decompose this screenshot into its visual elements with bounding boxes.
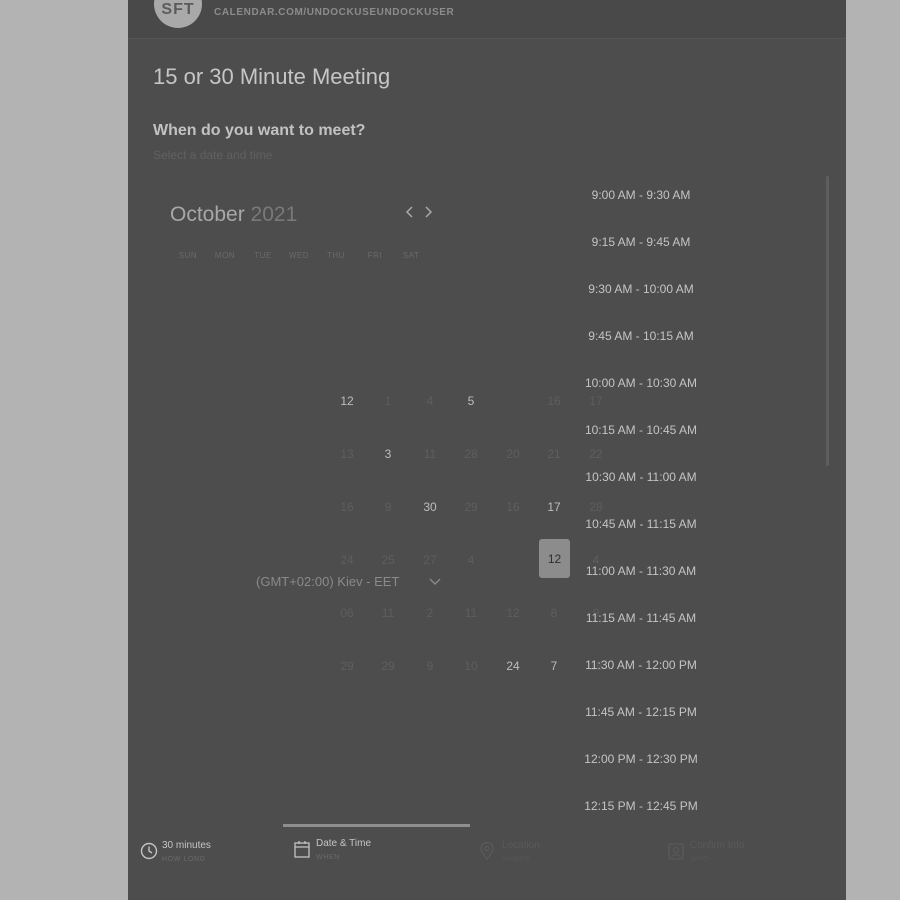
time-slot[interactable]: 9:30 AM - 10:00 AM	[580, 282, 702, 296]
day-cell: 11	[381, 606, 395, 620]
day-cell: 21	[547, 447, 561, 461]
day-cell: 06	[340, 606, 354, 620]
day-cell: 10	[464, 659, 478, 673]
time-slot[interactable]: 12:00 PM - 12:30 PM	[580, 752, 702, 766]
chevron-right-icon	[425, 206, 433, 218]
day-cell: 20	[506, 447, 520, 461]
weekday-label: SAT	[402, 251, 420, 260]
header-bar: SFT CALENDAR.COM/UNDOCKUSEUNDOCKUSER	[128, 0, 846, 39]
person-card-icon	[668, 843, 684, 860]
day-cell: 9	[426, 659, 434, 673]
active-step-indicator	[283, 824, 470, 827]
time-slot[interactable]: 9:15 AM - 9:45 AM	[580, 235, 702, 249]
time-slot[interactable]: 9:00 AM - 9:30 AM	[580, 188, 702, 202]
day-cell[interactable]: 17	[539, 497, 569, 517]
time-slot[interactable]: 10:15 AM - 10:45 AM	[580, 423, 702, 437]
timezone-select[interactable]: (GMT+02:00) Kiev - EET	[256, 574, 399, 589]
meeting-question: When do you want to meet?	[153, 122, 366, 139]
day-cell[interactable]: 24	[498, 656, 528, 676]
day-cell: 16	[547, 394, 561, 408]
location-pin-icon	[480, 842, 494, 860]
day-cell: 24	[340, 553, 354, 567]
month-name: October	[170, 203, 245, 226]
day-cell: 17	[589, 394, 603, 408]
calendar-url[interactable]: CALENDAR.COM/UNDOCKUSEUNDOCKUSER	[214, 7, 454, 18]
booking-panel: SFT CALENDAR.COM/UNDOCKUSEUNDOCKUSER 15 …	[128, 0, 846, 900]
calendar-icon	[294, 841, 310, 858]
slot-scrollbar[interactable]	[826, 176, 829, 466]
weekday-label: MON	[214, 251, 236, 260]
day-cell: 4	[426, 394, 434, 408]
avatar: SFT	[154, 0, 202, 28]
clock-icon	[140, 842, 158, 860]
chevron-left-icon	[405, 206, 413, 218]
day-cell: 29	[381, 659, 395, 673]
day-cell: 4	[467, 553, 475, 567]
day-cell[interactable]: 7	[539, 656, 569, 676]
time-slot[interactable]: 11:00 AM - 11:30 AM	[580, 564, 702, 578]
month-label: October 2021	[170, 203, 297, 227]
day-cell: 8	[550, 606, 558, 620]
step-date-time-sub: WHEN	[316, 854, 340, 861]
weekday-label: THU	[327, 251, 345, 260]
day-cell: 28	[589, 500, 603, 514]
chevron-down-icon	[429, 578, 441, 585]
day-cell: 1	[384, 394, 392, 408]
day-cell: 2	[426, 606, 434, 620]
prev-month-button[interactable]	[405, 205, 415, 223]
weekday-label: FRI	[367, 251, 383, 260]
time-slot[interactable]: 12:15 PM - 12:45 PM	[580, 799, 702, 813]
weekday-label: WED	[288, 251, 310, 260]
step-confirm-sub: WHO	[690, 856, 709, 863]
day-cell[interactable]: 3	[373, 444, 403, 464]
time-slot[interactable]: 11:45 AM - 12:15 PM	[580, 705, 702, 719]
time-slot[interactable]: 10:45 AM - 11:15 AM	[580, 517, 702, 531]
day-cell: 29	[340, 659, 354, 673]
weekday-label: SUN	[178, 251, 198, 260]
step-duration-label: 30 minutes	[162, 840, 211, 851]
step-confirm-label: Confirm Info	[690, 840, 745, 851]
step-bar: 30 minutes HOW LONG Date & Time WHEN Loc…	[128, 820, 846, 900]
step-duration-sub: HOW LONG	[162, 856, 206, 863]
select-hint: Select a date and time	[153, 148, 273, 162]
time-slot[interactable]: 11:30 AM - 12:00 PM	[580, 658, 702, 672]
day-cell[interactable]: 5	[456, 391, 486, 411]
day-cell: 13	[340, 447, 354, 461]
time-slot[interactable]: 10:30 AM - 11:00 AM	[580, 470, 702, 484]
day-cell: 12	[506, 606, 520, 620]
day-cell: 16	[506, 500, 520, 514]
day-cell: 29	[464, 500, 478, 514]
day-cell: 28	[464, 447, 478, 461]
day-cell: 27	[423, 553, 437, 567]
year-name: 2021	[250, 203, 298, 226]
time-slot[interactable]: 11:15 AM - 11:45 AM	[580, 611, 702, 625]
day-cell: 25	[381, 553, 395, 567]
day-cell: 11	[423, 447, 437, 461]
day-cell: 16	[340, 500, 354, 514]
day-cell: 9	[384, 500, 392, 514]
day-cell[interactable]: 12	[332, 391, 362, 411]
time-slot[interactable]: 10:00 AM - 10:30 AM	[580, 376, 702, 390]
step-location-label: Location	[502, 840, 540, 851]
timezone-chevron[interactable]	[429, 574, 441, 589]
page-title: 15 or 30 Minute Meeting	[153, 64, 391, 89]
step-location-sub: WHERE	[502, 856, 532, 863]
time-slot[interactable]: 9:45 AM - 10:15 AM	[580, 329, 702, 343]
day-cell: 22	[589, 447, 603, 461]
weekday-label: TUE	[254, 251, 272, 260]
day-cell[interactable]: 30	[415, 497, 445, 517]
step-date-time-label: Date & Time	[316, 838, 372, 849]
day-cell-selected[interactable]: 12	[539, 539, 570, 578]
day-cell: 11	[464, 606, 478, 620]
next-month-button[interactable]	[423, 205, 433, 223]
